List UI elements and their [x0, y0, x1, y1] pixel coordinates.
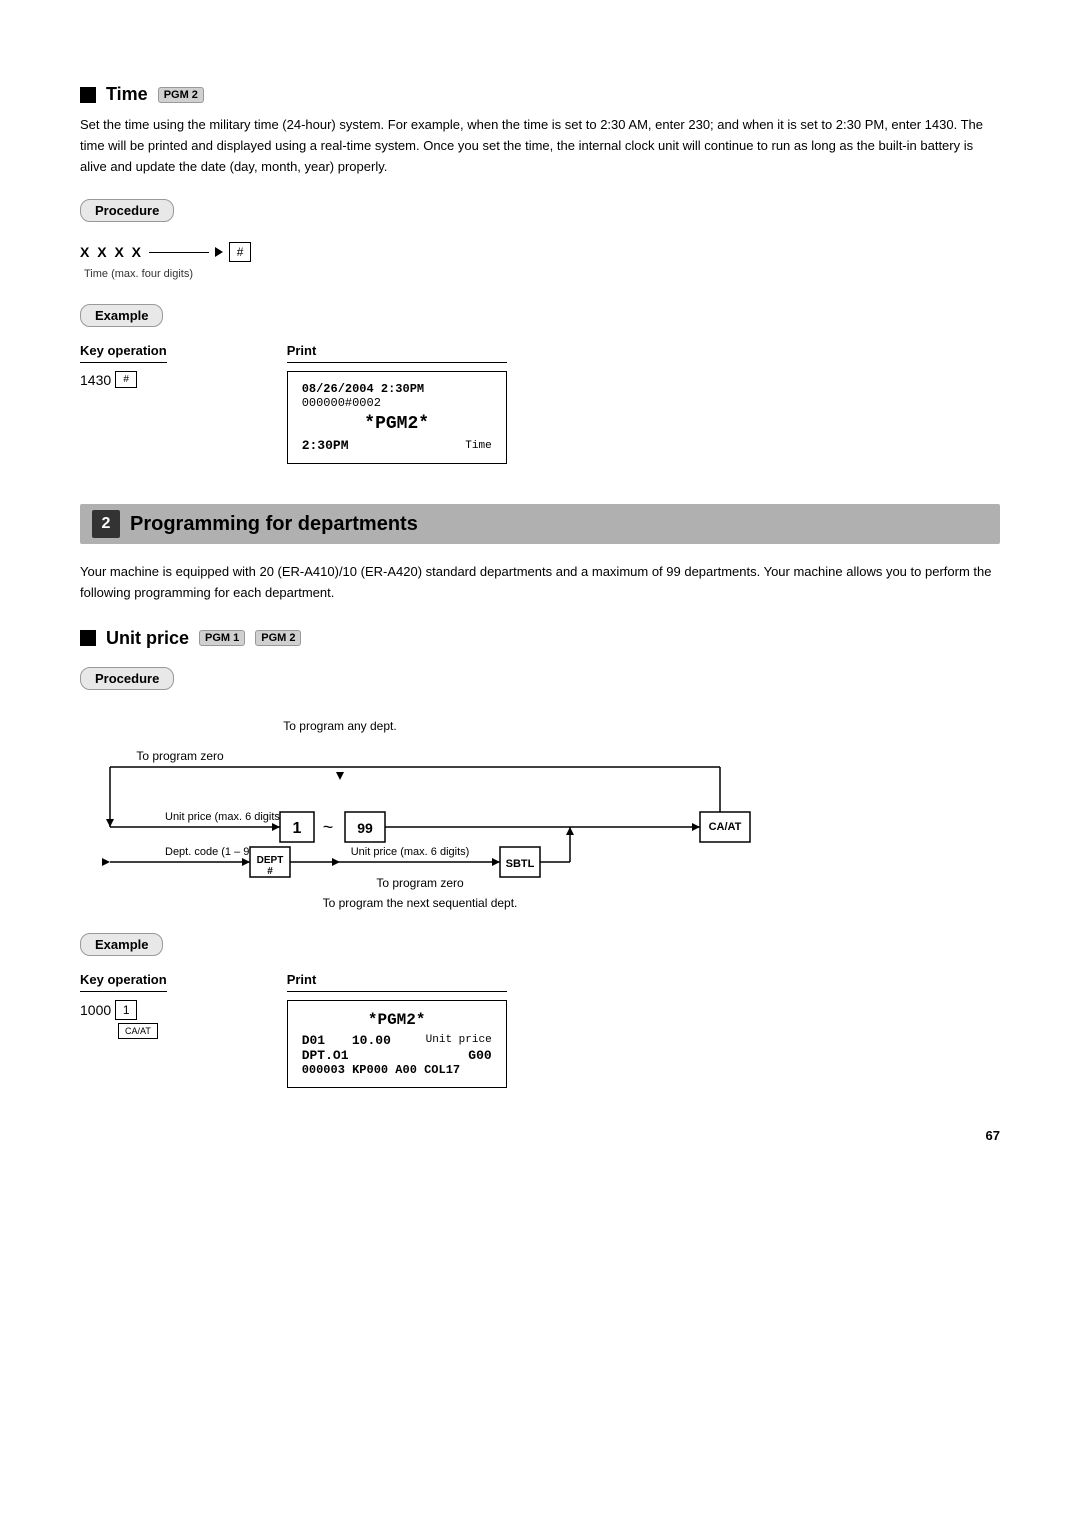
time-receipt: 08/26/2004 2:30PM 000000#0002 *PGM2* 2:3…: [287, 371, 507, 464]
label-zero: To program zero: [136, 749, 224, 763]
key-op-header: Key operation: [80, 343, 167, 363]
label-unit-price-main: Unit price (max. 6 digits): [165, 811, 284, 823]
procedure-badge-unit: Procedure: [80, 667, 174, 690]
arrow-right-sbtl: [492, 858, 500, 866]
unit-price-val: 10.00: [352, 1033, 391, 1048]
key-op-col: Key operation 1430 #: [80, 343, 167, 464]
pgm2-badge: PGM 2: [158, 87, 204, 103]
key-sbtl-text: SBTL: [506, 858, 535, 870]
key-1430: 1430: [80, 372, 111, 388]
receipt-line4: 2:30PM Time: [302, 438, 492, 453]
arrow-right-dept3: [332, 858, 340, 866]
unit-price-example-table: Key operation 1000 1 CA/AT Print *PGM2*: [80, 972, 1000, 1088]
arrow-up-sbtl: [566, 827, 574, 835]
procedure-badge-time: Procedure: [80, 199, 174, 222]
programming-body: Your machine is equipped with 20 (ER-A41…: [80, 562, 1000, 604]
receipt-time-val: 2:30PM: [302, 438, 349, 453]
label-dept-code: Dept. code (1 – 99): [165, 846, 259, 858]
arrow-down-1: [336, 772, 344, 780]
unit-key-row: 1000 1: [80, 1000, 137, 1020]
unit-print-header: Print: [287, 972, 507, 992]
unit-receipt-line2: D01 10.00 Unit price: [302, 1033, 492, 1048]
caat-key-row: CA/AT: [118, 1022, 158, 1039]
label-next-dept: To program the next sequential dept.: [323, 896, 518, 910]
hash-key-example: #: [115, 371, 137, 388]
time-section: Time PGM 2 Set the time using the milita…: [80, 84, 1000, 464]
unit-price-diagram: To program any dept. To program zero Uni…: [80, 712, 1000, 915]
key-99-text: 99: [357, 820, 373, 836]
unit-receipt-line1: *PGM2*: [302, 1011, 492, 1029]
receipt-line3: *PGM2*: [302, 414, 492, 434]
unit-receipt: *PGM2* D01 10.00 Unit price DPT.O1 G00 0…: [287, 1000, 507, 1088]
receipt-line1: 08/26/2004 2:30PM: [302, 382, 492, 396]
time-procedure-diagram: X X X X # Time (max. four digits): [80, 242, 1000, 280]
procedure-arrow-row: X X X X #: [80, 242, 1000, 262]
example-badge-time: Example: [80, 304, 163, 327]
label-any-dept: To program any dept.: [283, 719, 396, 733]
print-header: Print: [287, 343, 507, 363]
time-annotation: Time: [465, 440, 491, 452]
unit-price-title: Unit price: [106, 628, 189, 649]
key-op-value: 1430 #: [80, 371, 167, 388]
arrow-right-dept2: [242, 858, 250, 866]
programming-section: 2 Programming for departments Your machi…: [80, 504, 1000, 1088]
key-dept-text: DEPT: [257, 855, 284, 866]
tilde-text: ~: [323, 817, 334, 837]
caat-key-small: CA/AT: [118, 1023, 158, 1039]
arrow-head: [215, 247, 223, 257]
heading-icon: [80, 87, 96, 103]
unit-g00: G00: [468, 1048, 491, 1063]
page-number: 67: [80, 1128, 1000, 1143]
unit-receipt-line3: DPT.O1 G00: [302, 1048, 492, 1063]
unit-receipt-line4: 000003 KP000 A00 COL17: [302, 1063, 492, 1077]
arrow-right-2: [692, 823, 700, 831]
unit-price-annotation: Unit price: [426, 1034, 492, 1046]
time-body: Set the time using the military time (24…: [80, 115, 1000, 177]
example-badge-unit: Example: [80, 933, 163, 956]
key-1-unit: 1: [115, 1000, 137, 1020]
receipt-date-time: 08/26/2004 2:30PM: [302, 382, 424, 396]
time-heading: Time PGM 2: [80, 84, 1000, 105]
key-caat-text: CA/AT: [709, 821, 742, 833]
unit-price-heading: Unit price PGM 1 PGM 2: [80, 628, 1000, 649]
unit-key-op-col: Key operation 1000 1 CA/AT: [80, 972, 167, 1088]
key-hash-dept: #: [267, 866, 273, 877]
time-example-table: Key operation 1430 # Print 08/26/2004 2:…: [80, 343, 1000, 464]
print-col: Print 08/26/2004 2:30PM 000000#0002 *PGM…: [287, 343, 507, 464]
key-1000: 1000: [80, 1002, 111, 1018]
pgm1-badge: PGM 1: [199, 630, 245, 646]
label-unit-price-2: Unit price (max. 6 digits): [351, 846, 470, 858]
hash-key-time: #: [229, 242, 251, 262]
arrow-right-dept: [102, 858, 110, 866]
unit-dpt: DPT.O1: [302, 1048, 349, 1063]
unit-price-subsection: Unit price PGM 1 PGM 2 Procedure To prog…: [80, 628, 1000, 1088]
key-1-text: 1: [293, 820, 302, 837]
section-title: Programming for departments: [130, 513, 418, 536]
receipt-line2: 000000#0002: [302, 396, 492, 410]
unit-print-col: Print *PGM2* D01 10.00 Unit price DPT.O1…: [287, 972, 507, 1088]
unit-key-op-value: 1000 1 CA/AT: [80, 1000, 167, 1039]
arrow-line-h: [149, 252, 209, 253]
arrow-right-1: [272, 823, 280, 831]
section-title-bar: 2 Programming for departments: [80, 504, 1000, 544]
unit-key-op-header: Key operation: [80, 972, 167, 992]
unit-d01: D01: [302, 1033, 325, 1048]
xxxx-label: X X X X: [80, 244, 143, 260]
time-note: Time (max. four digits): [84, 268, 1000, 280]
time-title: Time: [106, 84, 148, 105]
unit-heading-icon: [80, 630, 96, 646]
pgm2-badge-up: PGM 2: [255, 630, 301, 646]
unit-price-svg: To program any dept. To program zero Uni…: [80, 712, 860, 912]
label-zero-bottom: To program zero: [376, 876, 464, 890]
arrow-down-left: [106, 819, 114, 827]
section-number: 2: [92, 510, 120, 538]
